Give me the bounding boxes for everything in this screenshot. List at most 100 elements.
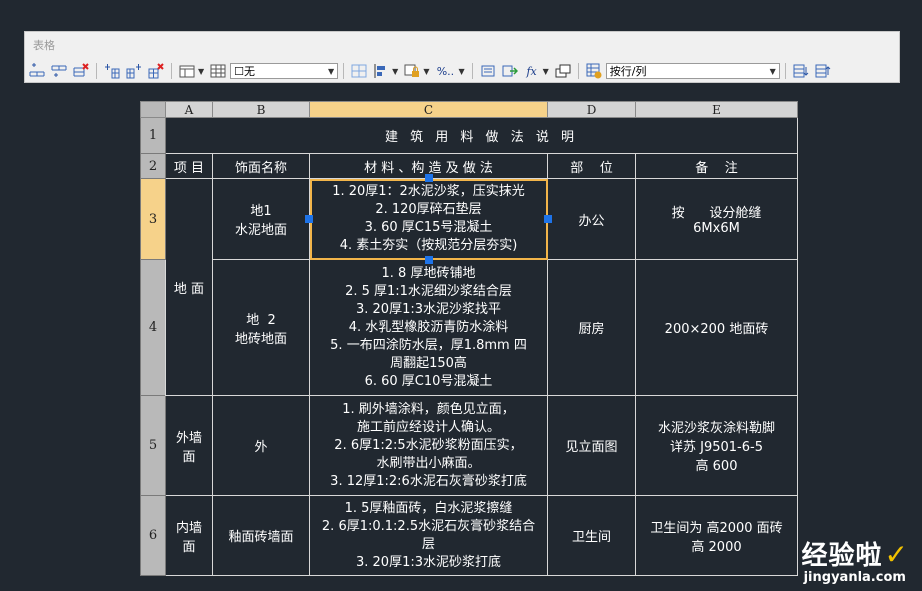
table-sheet: A B C D E 1 建 筑 用 料 做 法 说 明 2 项 目 饰面名称 材… xyxy=(140,101,798,576)
cell-borders-icon[interactable] xyxy=(349,62,369,80)
header-cell-finish-name[interactable]: 饰面名称 xyxy=(212,153,310,179)
watermark-text: 经验啦 xyxy=(801,541,883,571)
column-header-b[interactable]: B xyxy=(212,101,310,118)
insert-field-icon[interactable] xyxy=(500,62,520,80)
grip-bottom-handle[interactable] xyxy=(424,256,433,264)
header-cell-item[interactable]: 项 目 xyxy=(165,153,213,179)
cell-a3-merged[interactable]: 地 面 xyxy=(165,178,213,396)
merge-cells-icon[interactable] xyxy=(177,62,197,80)
upload-changes-icon[interactable] xyxy=(813,62,833,80)
cell-d3[interactable]: 办公 xyxy=(547,178,636,260)
insert-row-below-icon[interactable] xyxy=(49,62,69,80)
grip-top-handle[interactable] xyxy=(424,174,433,182)
insert-column-left-icon[interactable] xyxy=(102,62,122,80)
row-header-1[interactable]: 1 xyxy=(140,117,166,154)
cell-text: 1. 5厚釉面砖，白水泥浆擦缝 xyxy=(344,500,513,516)
cell-text: 施工前应经设计人确认。 xyxy=(356,419,500,435)
formula-button[interactable]: fx xyxy=(522,62,542,80)
cell-text: 5. 一布四涂防水层，厚1.8mm 四 xyxy=(330,337,527,353)
grip-left-handle[interactable] xyxy=(305,215,313,223)
cell-a5[interactable]: 外墙 面 xyxy=(165,395,213,496)
watermark-url: jingyanla.com xyxy=(803,570,906,585)
locking-dropdown-icon[interactable]: ▼ xyxy=(423,67,429,76)
cell-e3[interactable]: 按 设分舱缝 6Mx6M xyxy=(635,178,798,260)
toolbar-separator xyxy=(471,63,473,79)
table-toolbar: ▼ ☐无 ▼ ▼ ▼ %.. ▼ fx ▼ 按行/列 ▼ xyxy=(27,61,897,81)
cell-text: 3. 12厚1:2:6水泥石灰膏砂浆打底 xyxy=(330,473,527,489)
unmerge-cells-icon[interactable] xyxy=(208,62,228,80)
row-header-3[interactable]: 3 xyxy=(140,178,166,260)
cell-style-value: ☐无 xyxy=(234,65,256,78)
cell-e5[interactable]: 水泥沙浆灰涂料勒脚 详苏 J9501-6-5 高 600 xyxy=(635,395,798,496)
watermark: 经验啦✓ jingyanla.com xyxy=(802,535,908,585)
cell-b4[interactable]: 地 2 地砖地面 xyxy=(212,259,310,396)
download-changes-icon[interactable] xyxy=(791,62,811,80)
item-floor: 地 面 xyxy=(173,281,205,297)
insert-block-icon[interactable] xyxy=(478,62,498,80)
link-mode-select[interactable]: 按行/列 ▼ xyxy=(605,63,780,79)
table-row-4: 4 地 2 地砖地面 1. 8 厚地砖铺地 2. 5 厚1:1水泥细沙浆结合层 … xyxy=(140,259,798,396)
link-mode-value: 按行/列 xyxy=(609,65,647,78)
cell-text: 地砖地面 xyxy=(234,331,287,347)
delete-column-icon[interactable] xyxy=(146,62,166,80)
cell-c3-selected[interactable]: 1. 20厚1：2水泥沙浆，压实抹光 2. 120厚碎石垫层 3. 60 厚C1… xyxy=(305,174,552,264)
cell-e6[interactable]: 卫生间为 高2000 面砖 高 2000 xyxy=(635,495,798,576)
cell-text: 内墙 xyxy=(175,520,202,536)
header-cell-remarks[interactable]: 备 注 xyxy=(635,153,798,179)
cell-c5[interactable]: 1. 刷外墙涂料，颜色见立面， 施工前应经设计人确认。 2. 6厚1:2:5水泥… xyxy=(309,395,548,496)
cell-b3[interactable]: 地1 水泥地面 xyxy=(212,178,310,260)
table-title-cell[interactable]: 建 筑 用 料 做 法 说 明 xyxy=(165,117,798,154)
row-header-5[interactable]: 5 xyxy=(140,395,166,496)
column-header-a[interactable]: A xyxy=(165,101,213,118)
locking-icon[interactable] xyxy=(402,62,422,80)
cell-a6[interactable]: 内墙 面 xyxy=(165,495,213,576)
cell-e4[interactable]: 200×200 地面砖 xyxy=(635,259,798,396)
cell-text: 外墙 xyxy=(175,430,202,446)
header-cell-location[interactable]: 部 位 xyxy=(547,153,636,179)
cell-c6[interactable]: 1. 5厚釉面砖，白水泥浆擦缝 2. 6厚1:0.1:2.5水泥石灰膏砂浆结合 … xyxy=(309,495,548,576)
cell-b5[interactable]: 外 xyxy=(212,395,310,496)
grip-right-handle[interactable] xyxy=(544,215,552,223)
alignment-icon[interactable] xyxy=(371,62,391,80)
cell-d5[interactable]: 见立面图 xyxy=(547,395,636,496)
column-header-c[interactable]: C xyxy=(309,101,548,118)
toolbar-separator xyxy=(171,63,172,79)
row-header-4[interactable]: 4 xyxy=(140,259,166,396)
insert-column-right-icon[interactable] xyxy=(124,62,144,80)
delete-row-icon[interactable] xyxy=(71,62,91,80)
toolbar-separator xyxy=(577,63,579,79)
formula-dropdown-icon[interactable]: ▼ xyxy=(543,67,549,76)
table-row-3: 3 地 面 地1 水泥地面 1. 20厚1：2水泥沙浆，压实抹光 2. 120厚… xyxy=(140,174,798,396)
cell-text: 2. 120厚碎石垫层 xyxy=(375,202,482,217)
data-format-dropdown-icon[interactable]: ▼ xyxy=(458,67,464,76)
table-toolbar-panel: 表格 ▼ ☐无 ▼ ▼ ▼ %.. ▼ fx ▼ 按行/列 ▼ xyxy=(24,31,900,83)
link-cell-icon[interactable] xyxy=(584,62,604,80)
data-format-button[interactable]: %.. xyxy=(433,62,457,80)
insert-row-above-icon[interactable] xyxy=(27,62,47,80)
cell-text: 4. 素土夯实（按规范分层夯实) xyxy=(339,238,518,253)
manage-cell-content-icon[interactable] xyxy=(553,62,573,80)
merge-cells-dropdown-icon[interactable]: ▼ xyxy=(198,67,204,76)
row-header-2[interactable]: 2 xyxy=(140,153,166,179)
column-header-d[interactable]: D xyxy=(547,101,636,118)
toolbar-separator xyxy=(96,63,97,79)
cell-d6[interactable]: 卫生间 xyxy=(547,495,636,576)
row-header-6[interactable]: 6 xyxy=(140,495,166,576)
cell-text: 2. 5 厚1:1水泥细沙浆结合层 xyxy=(345,283,512,299)
cell-d4[interactable]: 厨房 xyxy=(547,259,636,396)
cell-text: 2. 6厚1:2:5水泥砂浆粉面压实， xyxy=(334,437,523,453)
cell-c4[interactable]: 1. 8 厚地砖铺地 2. 5 厚1:1水泥细沙浆结合层 3. 20厚1:3水泥… xyxy=(309,259,548,396)
cell-text: 详苏 J9501-6-5 xyxy=(670,440,763,455)
column-header-e[interactable]: E xyxy=(635,101,798,118)
cell-text: 2. 6厚1:0.1:2.5水泥石灰膏砂浆结合 xyxy=(321,518,536,534)
select-all-corner[interactable] xyxy=(140,101,166,118)
cell-style-select[interactable]: ☐无 ▼ xyxy=(230,63,339,79)
cell-text: 1. 刷外墙涂料，颜色见立面， xyxy=(342,401,515,417)
cell-text: 3. 60 厚C15号混凝土 xyxy=(364,220,493,235)
cell-text: 外 xyxy=(254,440,268,455)
cell-text: 卫生间为 高2000 面砖 xyxy=(650,520,783,536)
alignment-dropdown-icon[interactable]: ▼ xyxy=(392,67,398,76)
cell-b6[interactable]: 釉面砖墙面 xyxy=(212,495,310,576)
column-header-row: A B C D E xyxy=(140,101,798,118)
cell-text: 4. 水乳型橡胶沥青防水涂料 xyxy=(348,319,509,335)
